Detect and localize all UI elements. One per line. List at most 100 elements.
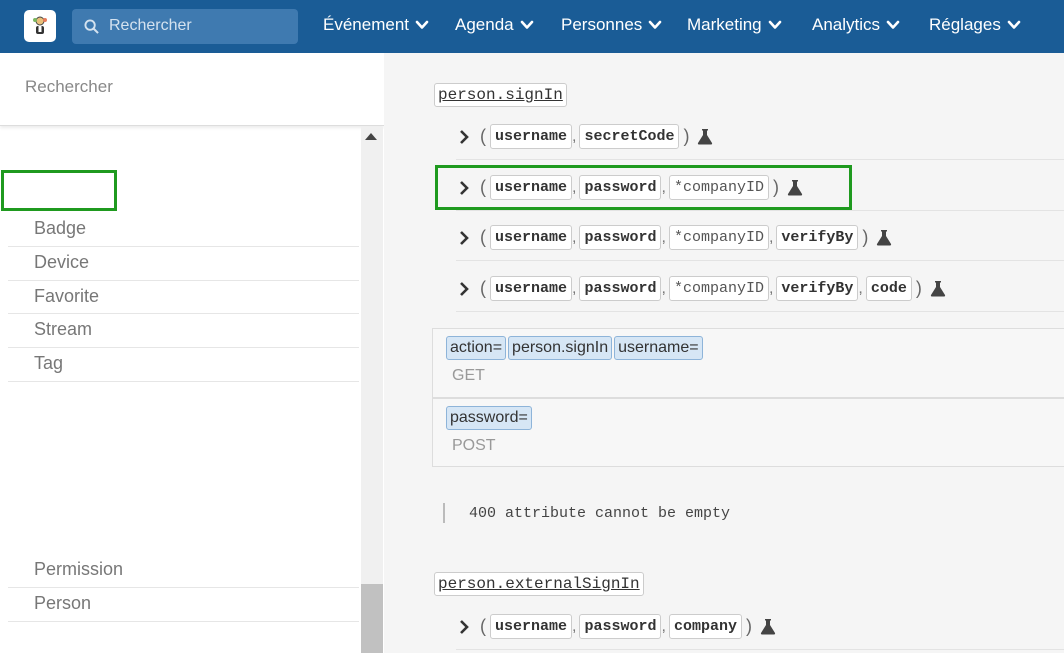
nav-menu-label: Événement bbox=[323, 15, 409, 34]
logo-icon bbox=[33, 16, 47, 34]
sidebar-item-label: Tag bbox=[34, 353, 64, 374]
search-icon bbox=[84, 19, 99, 34]
open-paren: ( bbox=[480, 278, 486, 298]
close-paren: ) bbox=[745, 616, 752, 636]
active-item-highlight bbox=[1, 170, 117, 211]
comma: , bbox=[572, 228, 577, 246]
flask-icon[interactable] bbox=[930, 280, 946, 297]
flask-icon[interactable] bbox=[760, 618, 776, 635]
param-chip[interactable]: username= bbox=[614, 336, 703, 360]
nav-menu-label: Analytics bbox=[812, 15, 881, 34]
nav-menu-item[interactable]: Agenda bbox=[455, 15, 534, 35]
http-method: GET bbox=[452, 367, 485, 384]
open-paren: ( bbox=[480, 616, 486, 636]
nav-menu-item[interactable]: Analytics bbox=[812, 15, 900, 35]
chevron-right-icon[interactable] bbox=[456, 230, 472, 246]
sidebar-item[interactable]: Badge bbox=[8, 213, 359, 247]
param-token: secretCode bbox=[579, 124, 680, 149]
param-token: username bbox=[490, 276, 573, 301]
param-token: password bbox=[579, 276, 662, 301]
param-token: password bbox=[579, 225, 662, 250]
chevron-right-icon[interactable] bbox=[456, 281, 472, 297]
scrollbar-thumb[interactable] bbox=[361, 584, 383, 653]
chevron-down-icon bbox=[648, 20, 662, 29]
sidebar-item[interactable]: Favorite bbox=[8, 281, 359, 315]
error-divider bbox=[443, 503, 445, 523]
app-logo[interactable] bbox=[24, 10, 56, 42]
comma: , bbox=[858, 279, 863, 297]
chevron-down-icon bbox=[520, 20, 533, 29]
open-paren: ( bbox=[480, 227, 486, 247]
param-token: verifyBy bbox=[776, 276, 859, 301]
comma: , bbox=[768, 279, 774, 297]
signature-row[interactable]: (username, secretCode) bbox=[456, 114, 1064, 160]
method-title[interactable]: person.externalSignIn bbox=[434, 572, 644, 596]
chevron-down-icon bbox=[768, 20, 781, 29]
selected-signature-highlight bbox=[435, 165, 852, 210]
sidebar-search-placeholder: Rechercher bbox=[25, 77, 113, 96]
param-token: *companyID bbox=[668, 225, 769, 250]
comma: , bbox=[572, 279, 577, 297]
sidebar-item[interactable]: Stream bbox=[8, 314, 359, 349]
chevron-right-icon[interactable] bbox=[456, 619, 472, 635]
comma: , bbox=[572, 617, 577, 635]
param-token: username bbox=[490, 124, 573, 149]
open-paren: ( bbox=[480, 126, 486, 146]
nav-menu-label: Personnes bbox=[561, 15, 643, 34]
chevron-down-icon bbox=[415, 20, 429, 29]
param-token: company bbox=[668, 614, 742, 639]
param-token: *companyID bbox=[668, 276, 769, 301]
nav-menu-item[interactable]: Réglages bbox=[929, 15, 1021, 35]
sidebar: Rechercher PaypalPersonBadgeDeviceFavori… bbox=[0, 53, 1064, 653]
error-message: 400 attribute cannot be empty bbox=[469, 505, 731, 522]
sidebar-search-input[interactable]: Rechercher bbox=[0, 53, 384, 126]
nav-menu-label: Réglages bbox=[929, 15, 1001, 34]
chevron-right-icon[interactable] bbox=[456, 129, 472, 145]
comma: , bbox=[661, 228, 666, 246]
main-content: person.signIn (username, secretCode)(user… bbox=[384, 53, 1064, 653]
comma: , bbox=[661, 279, 666, 297]
param-token: password bbox=[579, 614, 662, 639]
search-placeholder: Rechercher bbox=[109, 17, 192, 34]
method-title[interactable]: person.signIn bbox=[434, 83, 567, 107]
param-token: username bbox=[490, 225, 573, 250]
sidebar-item[interactable]: Device bbox=[8, 247, 359, 281]
param-token: code bbox=[865, 276, 912, 301]
top-navbar: Rechercher Événement Agenda Personnes Marke… bbox=[0, 0, 1064, 53]
request-block-post: password= POST bbox=[432, 398, 1064, 467]
comma: , bbox=[768, 228, 774, 246]
nav-menu-item[interactable]: Événement bbox=[323, 15, 429, 35]
sidebar-item-label: Person bbox=[34, 592, 92, 613]
param-chip[interactable]: person.signIn bbox=[508, 336, 613, 360]
param-token: verifyBy bbox=[776, 225, 859, 250]
nav-menu-item[interactable]: Marketing bbox=[687, 15, 782, 35]
comma: , bbox=[661, 617, 666, 635]
close-paren: ) bbox=[683, 126, 690, 146]
nav-menu-label: Agenda bbox=[455, 15, 514, 34]
sidebar-item-label: Device bbox=[34, 251, 90, 272]
sidebar-item-label: Badge bbox=[34, 218, 87, 238]
nav-menu-label: Marketing bbox=[687, 15, 762, 34]
flask-icon[interactable] bbox=[697, 128, 713, 145]
chevron-down-icon bbox=[1007, 20, 1021, 29]
sidebar-item[interactable]: Person bbox=[8, 588, 359, 622]
param-token: username bbox=[490, 614, 573, 639]
sidebar-item[interactable]: Tag bbox=[8, 348, 359, 382]
nav-menu-item[interactable]: Personnes bbox=[561, 15, 662, 35]
global-search-input[interactable]: Rechercher bbox=[72, 9, 298, 44]
param-chip[interactable]: password= bbox=[446, 406, 532, 430]
chevron-down-icon bbox=[886, 20, 900, 29]
signature-row[interactable]: (username, password, *companyID, verifyBy) bbox=[456, 215, 1064, 261]
close-paren: ) bbox=[915, 278, 922, 298]
sidebar-scrollbar[interactable] bbox=[361, 127, 383, 653]
request-block-get: action= person.signIn username= GET bbox=[432, 328, 1064, 398]
flask-icon[interactable] bbox=[876, 229, 892, 246]
signature-row[interactable]: (username, password, *companyID, verifyBy, c… bbox=[456, 266, 1064, 312]
sidebar-item-label: Permission bbox=[34, 559, 124, 579]
sidebar-item[interactable]: Permission bbox=[8, 554, 359, 588]
sidebar-item-label: Stream bbox=[34, 319, 93, 340]
close-paren: ) bbox=[862, 227, 869, 247]
scroll-up-arrow-icon[interactable] bbox=[365, 133, 377, 140]
param-chip[interactable]: action= bbox=[446, 336, 507, 360]
signature-row[interactable]: (username, password, company) bbox=[456, 604, 1064, 650]
